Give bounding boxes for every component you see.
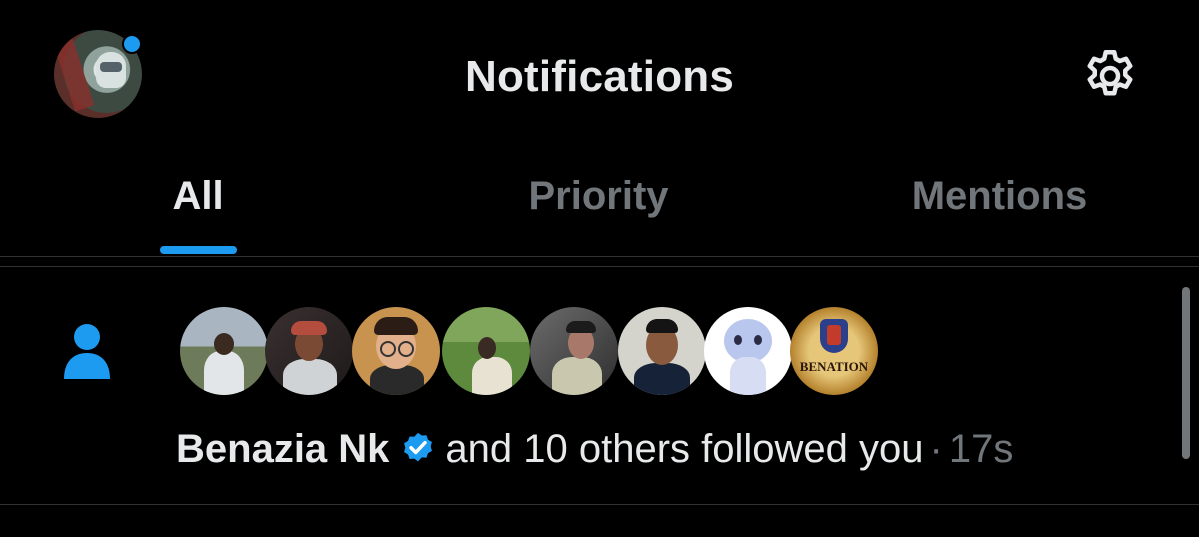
follower-avatar[interactable] xyxy=(180,307,268,395)
person-icon xyxy=(62,323,112,379)
follower-avatar[interactable] xyxy=(442,307,530,395)
unread-indicator-dot xyxy=(122,34,142,54)
header: Notifications xyxy=(0,0,1199,150)
follower-avatar[interactable] xyxy=(618,307,706,395)
tab-priority-label: Priority xyxy=(528,174,669,218)
notification-action: and 10 others followed you xyxy=(445,427,924,471)
notification-text: Benazia Nk and 10 others followed you · 17s xyxy=(176,427,1013,472)
separator: · xyxy=(929,427,943,471)
follower-avatar[interactable] xyxy=(265,307,353,395)
scrollbar[interactable] xyxy=(1182,287,1190,459)
tab-all-label: All xyxy=(172,174,224,218)
notification-item[interactable]: BENATION Benazia Nk and 10 others followe… xyxy=(0,267,1199,505)
verified-badge-icon xyxy=(404,432,433,462)
tab-mentions-label: Mentions xyxy=(911,174,1088,218)
follower-name[interactable]: Benazia Nk xyxy=(176,427,389,471)
tab-mentions[interactable]: Mentions xyxy=(800,150,1199,256)
follower-avatar[interactable] xyxy=(704,307,792,395)
avatar-logo-text: BENATION xyxy=(799,359,869,374)
tab-priority[interactable]: Priority xyxy=(399,150,798,256)
active-tab-indicator xyxy=(160,246,237,254)
notification-tabs: All Priority Mentions xyxy=(0,150,1199,257)
settings-button[interactable] xyxy=(1080,46,1140,106)
follower-avatar[interactable]: BENATION xyxy=(790,307,878,395)
tab-all[interactable]: All xyxy=(0,150,399,256)
follower-avatar[interactable] xyxy=(530,307,618,395)
gear-icon xyxy=(1087,50,1133,96)
timestamp: 17s xyxy=(948,427,1014,471)
follower-avatar[interactable] xyxy=(352,307,440,395)
page-title: Notifications xyxy=(464,52,735,101)
